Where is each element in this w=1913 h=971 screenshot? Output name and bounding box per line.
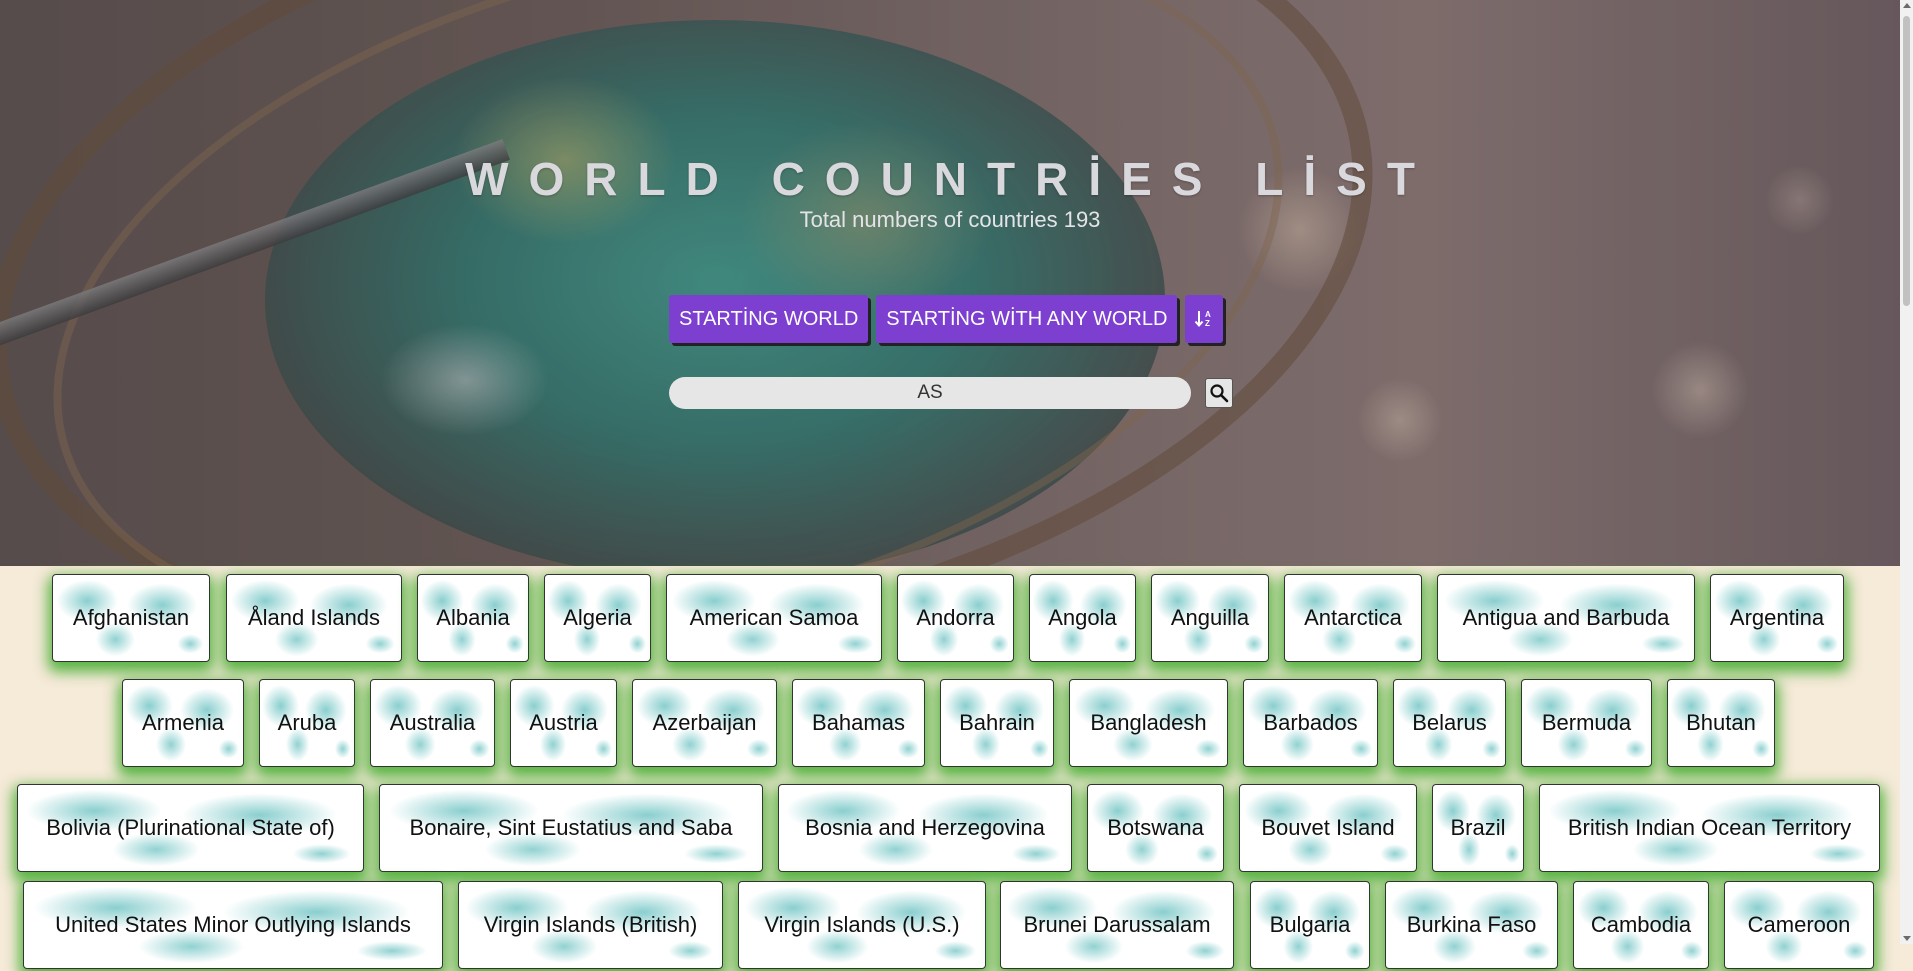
country-card[interactable]: British Indian Ocean Territory xyxy=(1539,784,1880,872)
search-button[interactable] xyxy=(1205,378,1233,408)
country-card[interactable]: Algeria xyxy=(544,574,651,662)
country-card[interactable]: Botswana xyxy=(1087,784,1224,872)
country-card[interactable]: Argentina xyxy=(1710,574,1844,662)
country-row: Armenia Aruba Australia Austria Azerbaij… xyxy=(0,671,1900,767)
country-card[interactable]: Bulgaria xyxy=(1250,881,1370,969)
country-card[interactable]: Bolivia (Plurinational State of) xyxy=(17,784,364,872)
country-card[interactable]: Cameroon xyxy=(1724,881,1874,969)
page-scrollbar[interactable] xyxy=(1900,0,1913,944)
country-card[interactable]: Armenia xyxy=(122,679,244,767)
country-card[interactable]: Aruba xyxy=(259,679,355,767)
country-card[interactable]: Belarus xyxy=(1393,679,1506,767)
sort-alpha-down-icon: A Z xyxy=(1195,310,1211,328)
scroll-thumb[interactable] xyxy=(1903,16,1910,306)
country-card[interactable]: Bahamas xyxy=(792,679,925,767)
country-row: Bolivia (Plurinational State of) Bonaire… xyxy=(0,776,1900,872)
country-card[interactable]: Brazil xyxy=(1432,784,1524,872)
page-title: WORLD COUNTRİES LİST xyxy=(465,153,1435,205)
country-card[interactable]: Bouvet Island xyxy=(1239,784,1417,872)
country-card[interactable]: Bermuda xyxy=(1521,679,1652,767)
country-card[interactable]: Australia xyxy=(370,679,495,767)
country-count: Total numbers of countries 193 xyxy=(799,207,1101,232)
country-card[interactable]: Bahrain xyxy=(940,679,1054,767)
country-card[interactable]: American Samoa xyxy=(666,574,882,662)
country-card[interactable]: Austria xyxy=(510,679,617,767)
svg-text:Z: Z xyxy=(1205,319,1210,328)
country-card[interactable]: Angola xyxy=(1029,574,1136,662)
hero-banner: WORLD COUNTRİES LİST Total numbers of co… xyxy=(0,0,1900,566)
country-card[interactable]: Bangladesh xyxy=(1069,679,1228,767)
svg-text:A: A xyxy=(1205,310,1211,319)
country-card[interactable]: United States Minor Outlying Islands xyxy=(23,881,443,969)
country-card[interactable]: Åland Islands xyxy=(226,574,402,662)
country-card[interactable]: Virgin Islands (U.S.) xyxy=(738,881,986,969)
country-card[interactable]: Antigua and Barbuda xyxy=(1437,574,1695,662)
country-card[interactable]: Azerbaijan xyxy=(632,679,777,767)
country-card[interactable]: Burkina Faso xyxy=(1385,881,1558,969)
country-card[interactable]: Brunei Darussalam xyxy=(1000,881,1234,969)
country-card[interactable]: Afghanistan xyxy=(52,574,210,662)
sort-button[interactable]: A Z xyxy=(1185,295,1224,343)
search-bar xyxy=(669,377,1233,409)
starting-word-button[interactable]: STARTİNG WORLD xyxy=(669,295,869,343)
country-card[interactable]: Cambodia xyxy=(1573,881,1709,969)
filter-buttons: STARTİNG WORLD STARTİNG WİTH ANY WORLD A… xyxy=(669,295,1224,343)
country-card[interactable]: Andorra xyxy=(897,574,1014,662)
country-row: Afghanistan Åland Islands Albania Algeri… xyxy=(0,566,1900,662)
country-row: United States Minor Outlying Islands Vir… xyxy=(0,881,1900,971)
country-card[interactable]: Virgin Islands (British) xyxy=(458,881,723,969)
country-card[interactable]: Antarctica xyxy=(1284,574,1422,662)
scroll-up-arrow-icon[interactable] xyxy=(1903,3,1911,8)
scroll-down-arrow-icon[interactable] xyxy=(1903,936,1911,941)
search-input[interactable] xyxy=(669,377,1191,409)
country-card[interactable]: Bonaire, Sint Eustatius and Saba xyxy=(379,784,763,872)
starting-with-any-word-button[interactable]: STARTİNG WİTH ANY WORLD xyxy=(876,295,1178,343)
country-card[interactable]: Bhutan xyxy=(1667,679,1775,767)
country-card[interactable]: Anguilla xyxy=(1151,574,1269,662)
country-card[interactable]: Barbados xyxy=(1243,679,1378,767)
search-icon xyxy=(1210,384,1229,403)
country-card[interactable]: Albania xyxy=(417,574,529,662)
country-card[interactable]: Bosnia and Herzegovina xyxy=(778,784,1072,872)
